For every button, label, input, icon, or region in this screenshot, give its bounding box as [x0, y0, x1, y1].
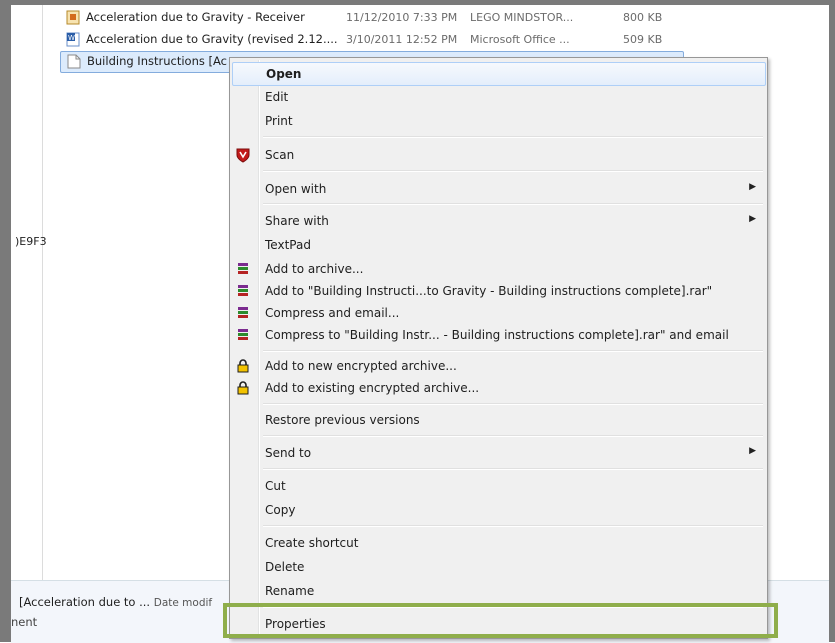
menu-item-delete[interactable]: Delete [232, 556, 764, 578]
padlock-icon [237, 359, 249, 373]
menu-separator [263, 435, 763, 437]
submenu-arrow-icon: ▶ [749, 214, 756, 224]
menu-item-rename[interactable]: Rename [232, 580, 764, 602]
menu-item-label: Create shortcut [265, 536, 359, 550]
navigation-pane-text: )E9F3 [15, 235, 47, 248]
svg-text:W: W [68, 34, 75, 42]
menu-separator [263, 403, 763, 405]
menu-item-copy[interactable]: Copy [232, 499, 764, 521]
menu-item-label: Share with [265, 214, 329, 228]
blank-file-icon [67, 54, 81, 69]
file-type: LEGO MINDSTOR... [470, 11, 574, 24]
menu-item-label: Send to [265, 446, 312, 460]
menu-item-restore-previous-versions[interactable]: Restore previous versions [232, 409, 764, 431]
context-menu: Open Edit Print Scan Open with ▶ Share w… [229, 57, 768, 639]
menu-item-compress-rar-email[interactable]: Compress to "Building Instr... - Buildin… [232, 324, 764, 346]
menu-item-edit[interactable]: Edit [232, 86, 764, 108]
file-name: Building Instructions [Ac [87, 54, 227, 68]
menu-item-open[interactable]: Open [232, 62, 766, 86]
menu-item-send-to[interactable]: Send to ▶ [232, 442, 764, 464]
menu-item-label: Print [265, 114, 293, 128]
menu-item-create-shortcut[interactable]: Create shortcut [232, 532, 764, 554]
menu-separator [263, 170, 763, 172]
menu-item-label: Add to new encrypted archive... [265, 359, 457, 373]
details-date-label: Date modif [153, 597, 213, 609]
file-type: Microsoft Office ... [470, 33, 570, 46]
menu-item-share-with[interactable]: Share with ▶ [232, 210, 764, 232]
menu-item-label: Cut [265, 479, 286, 493]
menu-item-label: Delete [265, 560, 305, 574]
menu-item-label: Rename [265, 584, 315, 598]
winrar-books-icon [238, 263, 248, 274]
menu-separator [263, 468, 763, 470]
menu-item-label: Open with [265, 182, 327, 196]
details-type-text: nent [11, 615, 38, 629]
menu-separator [263, 525, 763, 527]
menu-item-print[interactable]: Print [232, 110, 764, 132]
menu-item-textpad[interactable]: TextPad [232, 234, 764, 256]
menu-item-label: Scan [265, 148, 295, 162]
menu-item-label: Add to existing encrypted archive... [265, 381, 480, 395]
menu-item-label: Open [266, 67, 302, 81]
window-frame-left [0, 0, 11, 642]
file-size: 800 KB [623, 11, 663, 24]
file-row[interactable]: Acceleration due to Gravity - Receiver 1… [60, 8, 680, 28]
menu-item-label: Add to archive... [265, 262, 364, 276]
menu-item-label: Restore previous versions [265, 413, 420, 427]
menu-separator [263, 203, 763, 205]
submenu-arrow-icon: ▶ [749, 182, 756, 192]
window-frame-top [0, 0, 835, 5]
mcafee-shield-icon [236, 148, 250, 163]
menu-item-label: Compress and email... [265, 306, 400, 320]
menu-item-label: Add to "Building Instructi...to Gravity … [265, 284, 713, 298]
word-doc-icon: W [66, 32, 80, 47]
menu-separator [263, 350, 763, 352]
menu-item-label: TextPad [265, 238, 311, 252]
winrar-books-icon [238, 307, 248, 318]
menu-item-add-existing-encrypted-archive[interactable]: Add to existing encrypted archive... [232, 377, 764, 399]
menu-item-add-to-archive[interactable]: Add to archive... [232, 258, 764, 280]
details-line: [Acceleration due to ... Date modif [19, 595, 212, 609]
winrar-books-icon [238, 329, 248, 340]
menu-item-label: Compress to "Building Instr... - Buildin… [265, 328, 729, 342]
submenu-arrow-icon: ▶ [749, 446, 756, 456]
menu-item-add-to-rar[interactable]: Add to "Building Instructi...to Gravity … [232, 280, 764, 302]
file-name: Acceleration due to Gravity - Receiver [86, 10, 305, 24]
menu-separator [263, 136, 763, 138]
file-date: 11/12/2010 7:33 PM [346, 11, 458, 24]
file-date: 3/10/2011 12:52 PM [346, 33, 458, 46]
file-name: Acceleration due to Gravity (revised 2.1… [86, 32, 338, 46]
window-frame-right [829, 0, 835, 642]
navigation-pane[interactable] [11, 5, 43, 581]
highlight-box [223, 603, 778, 638]
menu-item-add-new-encrypted-archive[interactable]: Add to new encrypted archive... [232, 355, 764, 377]
menu-item-scan[interactable]: Scan [232, 144, 764, 166]
menu-item-label: Copy [265, 503, 296, 517]
lego-file-icon [66, 10, 80, 25]
padlock-icon [237, 381, 249, 395]
menu-item-cut[interactable]: Cut [232, 475, 764, 497]
details-file-name: [Acceleration due to ... [19, 595, 151, 609]
file-row[interactable]: W Acceleration due to Gravity (revised 2… [60, 30, 680, 50]
menu-item-open-with[interactable]: Open with ▶ [232, 178, 764, 200]
menu-item-label: Edit [265, 90, 289, 104]
menu-item-compress-and-email[interactable]: Compress and email... [232, 302, 764, 324]
file-size: 509 KB [623, 33, 663, 46]
winrar-books-icon [238, 285, 248, 296]
